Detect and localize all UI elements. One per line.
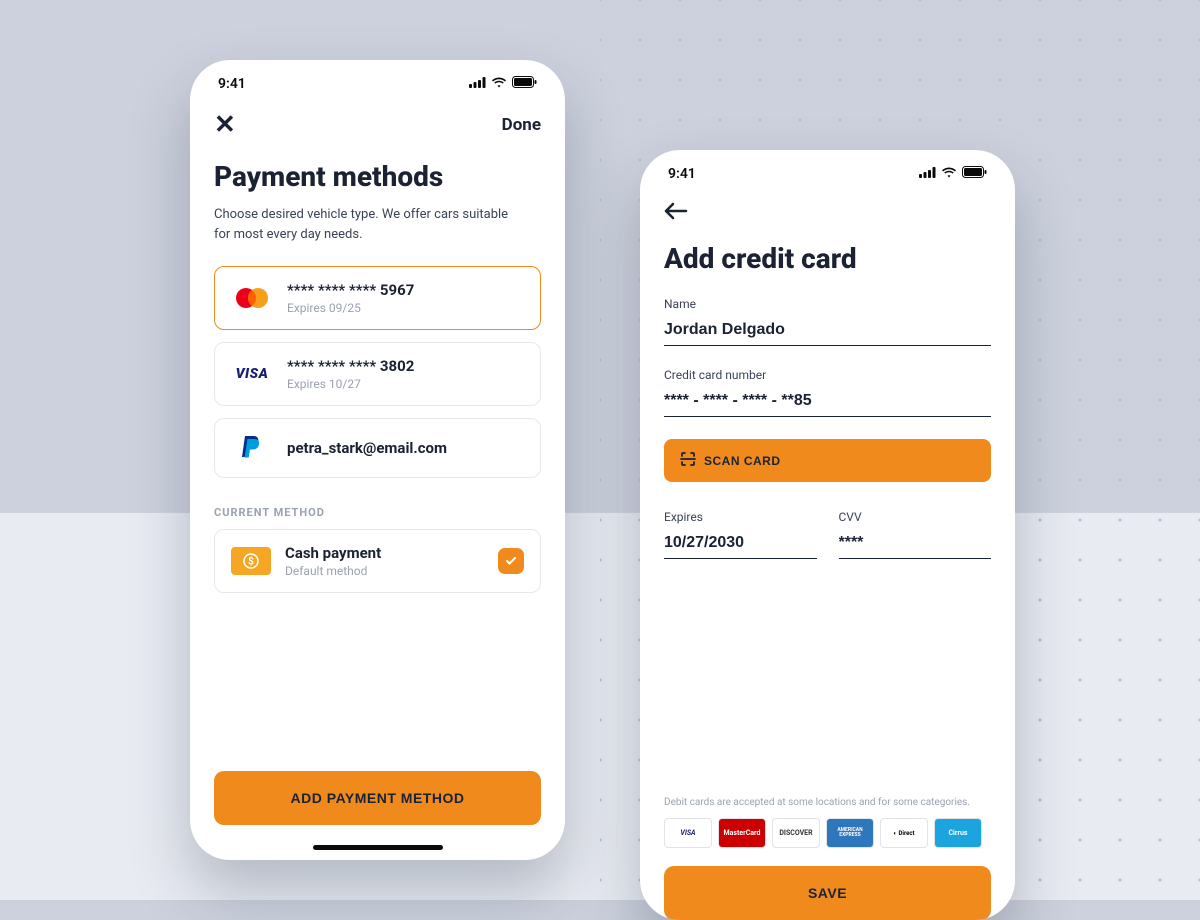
brand-direct-debit: ◐ Direct: [880, 818, 928, 848]
scan-icon: [680, 451, 696, 470]
battery-icon: [962, 166, 987, 182]
svg-text:$: $: [248, 555, 254, 568]
done-button[interactable]: Done: [502, 115, 541, 135]
mastercard-icon: [231, 283, 273, 313]
name-label: Name: [664, 297, 991, 311]
close-icon[interactable]: ✕: [214, 110, 236, 140]
card-expiry: Expires 10/27: [287, 377, 524, 391]
home-indicator: [313, 845, 443, 850]
status-bar: 9:41: [640, 150, 1015, 190]
brand-mastercard: MasterCard: [718, 818, 766, 848]
name-field: Name: [664, 297, 991, 346]
name-input[interactable]: [664, 317, 991, 346]
page-title: Payment methods: [214, 160, 541, 193]
check-icon: [498, 548, 524, 574]
status-icons: [469, 76, 537, 92]
signal-icon: [919, 166, 936, 182]
phone-payment-methods: 9:41 ✕ Done Payment methods Choose desir…: [190, 60, 565, 860]
accepted-brands: VISA MasterCard DISCOVER AMERICANEXPRESS…: [664, 818, 991, 848]
wifi-icon: [491, 76, 507, 92]
card-paypal[interactable]: petra_stark@email.com: [214, 418, 541, 478]
wifi-icon: [941, 166, 957, 182]
accepted-note: Debit cards are accepted at some locatio…: [664, 797, 991, 808]
card-expiry: Expires 09/25: [287, 301, 524, 315]
brand-visa: VISA: [664, 818, 712, 848]
card-number-field: Credit card number: [664, 368, 991, 417]
status-bar: 9:41: [190, 60, 565, 100]
expires-input[interactable]: [664, 530, 817, 559]
card-number-input[interactable]: [664, 388, 991, 417]
visa-icon: VISA: [231, 359, 273, 389]
content: Add credit card Name Credit card number …: [640, 226, 1015, 920]
card-mastercard[interactable]: **** **** **** 5967 Expires 09/25: [214, 266, 541, 330]
card-number: **** **** **** 3802: [287, 357, 524, 375]
expires-label: Expires: [664, 510, 817, 524]
back-arrow-icon[interactable]: [640, 190, 1015, 226]
brand-cirrus: Cirrus: [934, 818, 982, 848]
page-subtitle: Choose desired vehicle type. We offer ca…: [214, 205, 524, 244]
paypal-icon: [231, 433, 273, 463]
cvv-input[interactable]: [839, 530, 992, 559]
current-method-label: CURRENT METHOD: [214, 506, 541, 519]
status-time: 9:41: [218, 76, 246, 92]
nav-bar: ✕ Done: [190, 100, 565, 144]
card-cash[interactable]: $ Cash payment Default method: [214, 529, 541, 593]
cvv-label: CVV: [839, 510, 992, 524]
signal-icon: [469, 76, 486, 92]
cash-title: Cash payment: [285, 544, 484, 562]
phone-add-credit-card: 9:41 Add credit card Name Credit card nu…: [640, 150, 1015, 920]
cash-text: Cash payment Default method: [285, 544, 484, 578]
card-visa[interactable]: VISA **** **** **** 3802 Expires 10/27: [214, 342, 541, 406]
scan-card-label: SCAN CARD: [704, 454, 781, 468]
expires-field: Expires: [664, 510, 817, 559]
brand-discover: DISCOVER: [772, 818, 820, 848]
cash-subtitle: Default method: [285, 564, 484, 578]
paypal-email: petra_stark@email.com: [287, 439, 524, 457]
card-number-label: Credit card number: [664, 368, 991, 382]
cash-icon: $: [231, 547, 271, 575]
battery-icon: [512, 76, 537, 92]
scan-card-button[interactable]: SCAN CARD: [664, 439, 991, 482]
brand-amex: AMERICANEXPRESS: [826, 818, 874, 848]
card-text: petra_stark@email.com: [287, 439, 524, 457]
card-number: **** **** **** 5967: [287, 281, 524, 299]
status-icons: [919, 166, 987, 182]
card-text: **** **** **** 3802 Expires 10/27: [287, 357, 524, 391]
page-title: Add credit card: [664, 242, 991, 275]
save-button[interactable]: SAVE: [664, 866, 991, 920]
cvv-field: CVV: [839, 510, 992, 559]
status-time: 9:41: [668, 166, 696, 182]
add-payment-method-button[interactable]: ADD PAYMENT METHOD: [214, 771, 541, 825]
content: Payment methods Choose desired vehicle t…: [190, 144, 565, 860]
card-text: **** **** **** 5967 Expires 09/25: [287, 281, 524, 315]
